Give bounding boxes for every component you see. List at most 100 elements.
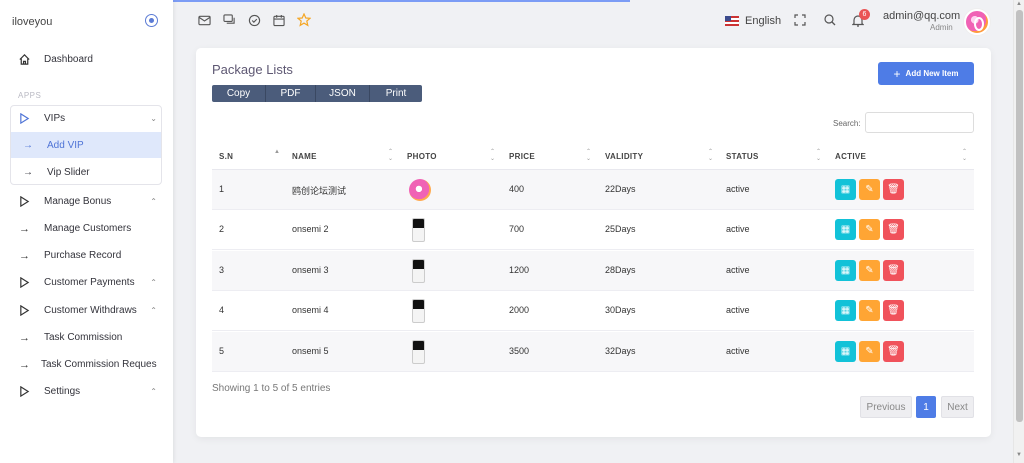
calendar-icon: ▦: [840, 346, 851, 357]
calendar-action-button[interactable]: ▦: [835, 260, 856, 281]
us-flag-icon[interactable]: [725, 16, 739, 26]
table-row: 2 onsemi 2 700 25Days active ▦ ✎ 🗑: [212, 210, 974, 250]
star-icon[interactable]: [297, 13, 311, 27]
mail-icon[interactable]: [197, 13, 211, 27]
json-button[interactable]: JSON: [316, 85, 370, 102]
trash-icon: 🗑: [887, 184, 900, 195]
sort-asc-icon[interactable]: ▲: [274, 149, 280, 163]
column-header-sn[interactable]: S.N: [219, 152, 233, 161]
check-circle-icon[interactable]: [247, 13, 261, 27]
calendar-action-button[interactable]: ▦: [835, 219, 856, 240]
pagination-page-1[interactable]: 1: [916, 396, 936, 418]
sort-icon[interactable]: ⌃ ⌄: [388, 149, 393, 163]
scrollbar-thumb[interactable]: [1016, 10, 1023, 422]
search-icon[interactable]: [823, 13, 837, 27]
cell-status: active: [726, 346, 750, 356]
vertical-scrollbar[interactable]: ▲ ▼: [1013, 0, 1024, 463]
calendar-icon[interactable]: [272, 13, 286, 27]
sidebar-item-label: Manage Customers: [44, 223, 132, 234]
print-button[interactable]: Print: [370, 85, 422, 102]
calendar-action-button[interactable]: ▦: [835, 300, 856, 321]
cell-price: 400: [509, 184, 525, 194]
chevron-up-icon: ⌃: [150, 197, 157, 206]
delete-button[interactable]: 🗑: [883, 260, 904, 281]
delete-button[interactable]: 🗑: [883, 300, 904, 321]
calendar-action-button[interactable]: ▦: [835, 341, 856, 362]
sidebar-item-customer-payments[interactable]: Customer Payments ⌃: [0, 269, 173, 296]
calendar-icon: ▦: [840, 224, 851, 235]
chat-icon[interactable]: [222, 13, 236, 27]
column-header-validity[interactable]: VALIDITY: [605, 152, 643, 161]
export-button-group: Copy PDF JSON Print: [212, 85, 422, 102]
sort-icon[interactable]: ⌃ ⌄: [708, 149, 713, 163]
column-header-name[interactable]: NAME: [292, 152, 317, 161]
copy-button[interactable]: Copy: [212, 85, 266, 102]
chevron-up-icon: ⌃: [150, 387, 157, 396]
sidebar-item-task-commission-request[interactable]: → Task Commission Reques: [0, 351, 173, 378]
pencil-icon: ✎: [865, 346, 874, 357]
fullscreen-icon[interactable]: [793, 13, 807, 27]
sidebar-item-vip-slider[interactable]: → Vip Slider: [11, 159, 161, 185]
pagination-previous[interactable]: Previous: [860, 396, 912, 418]
cell-name: onsemi 4: [292, 305, 329, 315]
sidebar-item-manage-bonus[interactable]: Manage Bonus ⌃: [0, 188, 173, 215]
avatar[interactable]: [964, 9, 990, 35]
edit-button[interactable]: ✎: [859, 179, 880, 200]
sort-icon[interactable]: ⌃ ⌄: [816, 149, 821, 163]
pagination-next[interactable]: Next: [941, 396, 974, 418]
sort-icon[interactable]: ⌃ ⌄: [490, 149, 495, 163]
edit-button[interactable]: ✎: [859, 219, 880, 240]
delete-button[interactable]: 🗑: [883, 179, 904, 200]
sidebar-item-add-vip[interactable]: → Add VIP: [11, 132, 161, 158]
calendar-action-button[interactable]: ▦: [835, 179, 856, 200]
user-role: Admin: [930, 23, 953, 32]
column-header-status[interactable]: STATUS: [726, 152, 759, 161]
sidebar-item-customer-withdraws[interactable]: Customer Withdraws ⌃: [0, 297, 173, 324]
top-navbar: English 6 admin@qq.com Admin: [173, 0, 1013, 44]
cell-validity: 22Days: [605, 184, 636, 194]
trash-icon: 🗑: [887, 346, 900, 357]
sidebar-item-label: Task Commission Reques: [41, 359, 157, 370]
package-photo: [412, 218, 425, 242]
pencil-icon: ✎: [865, 305, 874, 316]
sidebar-item-vips[interactable]: VIPs ⌄: [0, 105, 173, 132]
sidebar-item-settings[interactable]: Settings ⌃: [0, 378, 173, 405]
sort-icon[interactable]: ⌃ ⌄: [962, 149, 967, 163]
sidebar-item-label: Add VIP: [47, 139, 84, 151]
sidebar-item-purchase-record[interactable]: → Purchase Record: [0, 242, 173, 269]
arrow-right-icon: →: [23, 139, 33, 151]
sort-icon[interactable]: ⌃ ⌄: [586, 149, 591, 163]
sidebar-item-label: Customer Payments: [44, 277, 135, 288]
package-photo: [412, 299, 425, 323]
edit-button[interactable]: ✎: [859, 341, 880, 362]
language-selector[interactable]: English: [745, 15, 781, 27]
table-row: 5 onsemi 5 3500 32Days active ▦ ✎ 🗑: [212, 332, 974, 372]
sidebar-item-manage-customers[interactable]: → Manage Customers: [0, 215, 173, 242]
pdf-button[interactable]: PDF: [266, 85, 316, 102]
sidebar-item-dashboard[interactable]: Dashboard: [0, 46, 173, 73]
arrow-right-icon: →: [19, 331, 30, 344]
user-email[interactable]: admin@qq.com: [883, 10, 960, 22]
edit-button[interactable]: ✎: [859, 260, 880, 281]
column-header-active[interactable]: ACTIVE: [835, 152, 866, 161]
cell-price: 1200: [509, 265, 530, 275]
edit-button[interactable]: ✎: [859, 300, 880, 321]
sidebar-item-task-commission[interactable]: → Task Commission: [0, 324, 173, 351]
search-input[interactable]: [865, 112, 974, 133]
home-icon: [18, 53, 31, 66]
section-label-apps: APPS: [18, 91, 42, 100]
chevron-up-icon: ⌃: [150, 306, 157, 315]
cell-validity: 28Days: [605, 265, 636, 275]
cell-sn: 1: [219, 184, 225, 194]
calendar-icon: ▦: [840, 184, 851, 195]
column-header-photo[interactable]: PHOTO: [407, 152, 437, 161]
delete-button[interactable]: 🗑: [883, 341, 904, 362]
add-new-item-button[interactable]: + Add New Item: [878, 62, 974, 85]
triangle-right-icon: [18, 385, 31, 398]
sidebar-toggle-icon[interactable]: [145, 14, 158, 27]
scroll-up-icon[interactable]: ▲: [1016, 1, 1022, 7]
scroll-down-icon[interactable]: ▼: [1016, 452, 1022, 458]
sidebar-item-label: Task Commission: [44, 332, 123, 343]
column-header-price[interactable]: PRICE: [509, 152, 535, 161]
delete-button[interactable]: 🗑: [883, 219, 904, 240]
